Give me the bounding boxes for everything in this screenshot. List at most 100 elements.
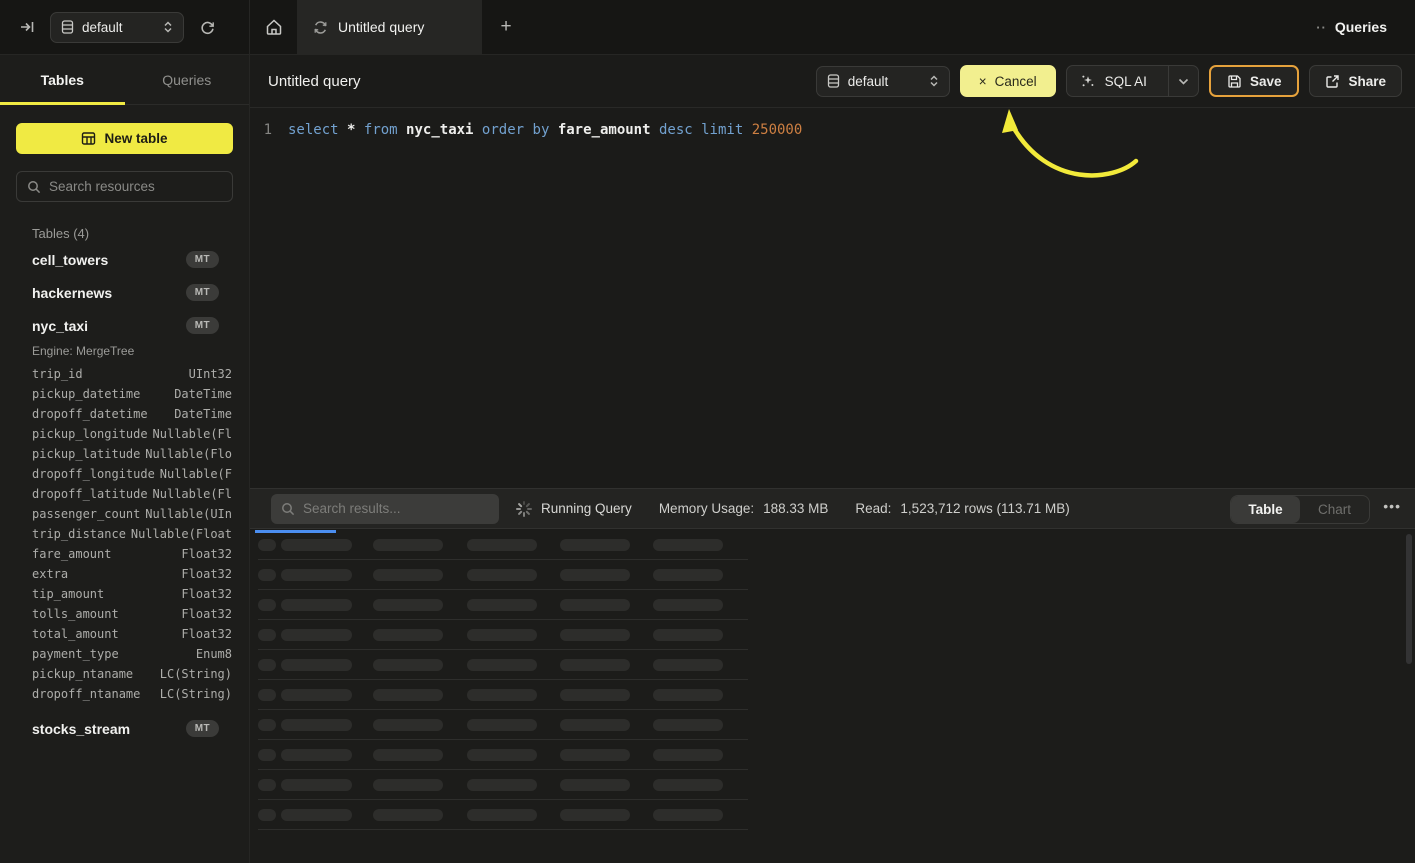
engine-badge: MT [186, 251, 219, 268]
column-type: LC(String) [160, 667, 232, 681]
results-search-input[interactable] [303, 501, 489, 516]
more-options-icon[interactable]: ••• [1383, 498, 1401, 514]
column-type: Nullable(Float [131, 527, 232, 541]
cancel-button[interactable]: × Cancel [960, 65, 1056, 97]
column-type: Float32 [181, 587, 232, 601]
save-label: Save [1250, 74, 1282, 89]
query-header: Untitled query default × Cancel [250, 55, 1415, 108]
view-tab-table[interactable]: Table [1231, 496, 1300, 523]
page-title: Untitled query [268, 73, 361, 90]
home-icon[interactable] [250, 0, 297, 54]
engine-badge: MT [186, 720, 219, 737]
share-button[interactable]: Share [1309, 65, 1402, 97]
tables-section-title: Tables (4) [32, 226, 249, 241]
search-icon [281, 502, 295, 516]
column-type: Nullable(F [160, 467, 232, 481]
column-type: DateTime [174, 387, 232, 401]
main-panel: Untitled query default × Cancel [250, 55, 1415, 863]
resource-search[interactable] [16, 171, 233, 202]
column-type: Nullable(Flo [145, 447, 232, 461]
query-database-selector[interactable]: default [816, 66, 950, 97]
column-type: Nullable(UIn [145, 507, 232, 521]
column-name: pickup_ntaname [32, 667, 160, 681]
save-button[interactable]: Save [1209, 65, 1300, 97]
collapse-sidebar-icon[interactable] [14, 14, 40, 40]
skeleton-row [250, 680, 1415, 710]
new-table-button[interactable]: New table [16, 123, 233, 154]
new-tab-button[interactable]: + [482, 0, 530, 54]
table-name: hackernews [32, 285, 186, 301]
queries-dots-icon: ·· [1316, 20, 1327, 35]
column-name: dropoff_latitude [32, 487, 153, 501]
column-name: dropoff_longitude [32, 467, 160, 481]
column-type: Float32 [181, 627, 232, 641]
code-line-1[interactable]: 1 select * from nyc_taxi order by fare_a… [250, 109, 1415, 138]
tab-untitled-query[interactable]: Untitled query [297, 0, 482, 54]
cancel-x-icon: × [979, 74, 987, 89]
column-name: tip_amount [32, 587, 181, 601]
column-name: trip_id [32, 367, 189, 381]
column-row: trip_distance Nullable(Float [0, 524, 249, 544]
column-name: passenger_count [32, 507, 145, 521]
column-row: dropoff_latitude Nullable(Fl [0, 484, 249, 504]
column-type: Enum8 [196, 647, 232, 661]
sql-editor[interactable]: 1 select * from nyc_taxi order by fare_a… [250, 109, 1415, 488]
column-row: dropoff_longitude Nullable(F [0, 464, 249, 484]
sidebar-tabs: Tables Queries [0, 55, 249, 105]
skeleton-row [250, 650, 1415, 680]
table-row[interactable]: cell_towers MT [0, 243, 249, 276]
tab-tables[interactable]: Tables [0, 55, 125, 104]
database-selector[interactable]: default [50, 12, 184, 43]
column-row: pickup_datetime DateTime [0, 384, 249, 404]
skeleton-row [250, 590, 1415, 620]
tab-queries[interactable]: Queries [125, 55, 250, 104]
sql-ai-caret[interactable] [1168, 66, 1198, 96]
resource-search-input[interactable] [49, 179, 222, 194]
column-name: pickup_longitude [32, 427, 153, 441]
column-row: tolls_amount Float32 [0, 604, 249, 624]
line-number: 1 [250, 122, 288, 138]
topbar-right[interactable]: ·· Queries [1316, 0, 1415, 54]
status-text: Running Query [541, 501, 632, 516]
skeleton-rows [250, 530, 1415, 830]
table-name: cell_towers [32, 252, 186, 268]
tab-strip: Untitled query + [250, 0, 1316, 54]
tables-list: cell_towers MThackernews MTnyc_taxi MTEn… [0, 243, 249, 745]
refresh-icon[interactable] [194, 14, 220, 40]
queries-link[interactable]: Queries [1335, 19, 1387, 35]
new-table-label: New table [104, 131, 167, 146]
sql-ai-main[interactable]: SQL AI [1067, 66, 1160, 96]
vertical-scrollbar[interactable] [1406, 534, 1412, 664]
top-bar: default Untitled query + · [0, 0, 1415, 55]
table-row[interactable]: nyc_taxi MT [0, 309, 249, 342]
sql-ai-button[interactable]: SQL AI [1066, 65, 1199, 97]
read-label: Read: [855, 501, 891, 516]
column-type: Float32 [181, 607, 232, 621]
column-type: Float32 [181, 567, 232, 581]
skeleton-row [250, 710, 1415, 740]
results-table [250, 530, 1415, 863]
table-name: nyc_taxi [32, 318, 186, 334]
view-tab-chart[interactable]: Chart [1300, 496, 1369, 523]
column-row: dropoff_datetime DateTime [0, 404, 249, 424]
table-name: stocks_stream [32, 721, 186, 737]
save-icon [1227, 74, 1242, 89]
skeleton-row [250, 800, 1415, 830]
column-row: extra Float32 [0, 564, 249, 584]
share-label: Share [1348, 74, 1386, 89]
search-icon [27, 180, 41, 194]
share-icon [1325, 74, 1340, 89]
table-row[interactable]: hackernews MT [0, 276, 249, 309]
skeleton-row [250, 560, 1415, 590]
results-search[interactable] [271, 494, 499, 524]
column-name: total_amount [32, 627, 181, 641]
updown-chevron-icon [163, 20, 173, 34]
table-row[interactable]: stocks_stream MT [0, 712, 249, 745]
column-name: fare_amount [32, 547, 181, 561]
ai-sparkle-icon [1080, 73, 1096, 89]
database-icon [61, 20, 74, 34]
sql-console-app: default Untitled query + · [0, 0, 1415, 863]
column-name: dropoff_ntaname [32, 687, 160, 701]
memory-usage-value: 188.33 MB [763, 501, 828, 516]
topbar-left: default [0, 0, 250, 54]
